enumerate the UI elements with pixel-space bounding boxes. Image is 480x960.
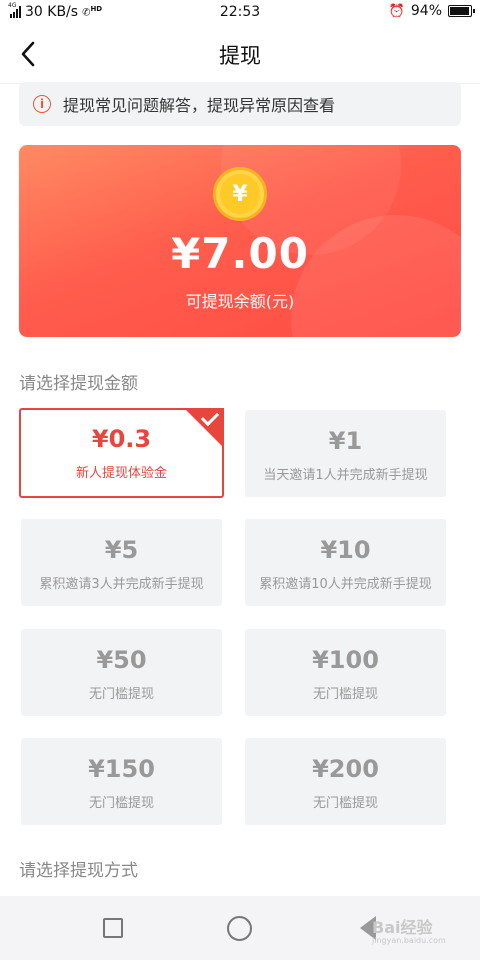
watermark-sub: jingyan.baidu.com xyxy=(372,936,446,945)
battery-percent: 94% xyxy=(410,3,442,19)
option-desc: 新人提现体验金 xyxy=(75,466,167,481)
page-title: 提现 xyxy=(219,44,261,68)
coin-icon: ¥ xyxy=(213,167,267,221)
battery-icon xyxy=(448,5,475,17)
amount-option[interactable]: ¥50 无门槛提现 xyxy=(21,629,222,716)
option-desc: 无门槛提现 xyxy=(312,687,378,702)
option-desc: 无门槛提现 xyxy=(312,796,378,811)
option-amount: ¥100 xyxy=(312,646,379,674)
option-amount: ¥150 xyxy=(88,755,155,783)
option-amount: ¥10 xyxy=(320,536,371,564)
status-right: ⏰ 94% xyxy=(388,3,475,19)
faq-notice[interactable]: i 提现常见问题解答，提现异常原因查看 xyxy=(19,82,461,126)
amount-option[interactable]: ¥10 累积邀请10人并完成新手提现 xyxy=(245,519,446,606)
option-amount: ¥50 xyxy=(96,646,147,674)
method-section-title: 请选择提现方式 xyxy=(19,861,138,881)
info-icon: i xyxy=(33,95,51,113)
watermark-logo: Bai经验 jingyan.baidu.com xyxy=(372,914,446,945)
amount-option[interactable]: ¥100 无门槛提现 xyxy=(245,629,446,716)
balance-label: 可提现余额(元) xyxy=(185,292,295,311)
option-desc: 累积邀请10人并完成新手提现 xyxy=(259,577,432,592)
coin-symbol: ¥ xyxy=(220,174,260,214)
notice-text: 提现常见问题解答，提现异常原因查看 xyxy=(63,96,336,115)
option-desc: 当天邀请1人并完成新手提现 xyxy=(263,468,428,483)
battery-fill xyxy=(450,7,469,15)
watermark-text: Bai经验 xyxy=(372,918,433,937)
balance-amount: ¥7.00 xyxy=(171,229,309,278)
amount-section-title: 请选择提现金额 xyxy=(19,374,138,394)
home-button[interactable] xyxy=(227,916,252,941)
amount-option[interactable]: ¥5 累积邀请3人并完成新手提现 xyxy=(21,519,222,606)
status-bar: 4G 30 KB/s ✆HD 22:53 ⏰ 94% xyxy=(0,0,480,24)
amount-option[interactable]: ¥150 无门槛提现 xyxy=(21,738,222,825)
option-amount: ¥1 xyxy=(328,427,363,455)
amount-option[interactable]: ¥200 无门槛提现 xyxy=(245,738,446,825)
option-desc: 累积邀请3人并完成新手提现 xyxy=(39,577,204,592)
option-desc: 无门槛提现 xyxy=(88,796,154,811)
option-desc: 无门槛提现 xyxy=(88,687,154,702)
system-nav-bar: Bai经验 jingyan.baidu.com xyxy=(0,896,480,960)
option-amount: ¥5 xyxy=(104,536,139,564)
option-amount: ¥200 xyxy=(312,755,379,783)
balance-card: ¥ ¥7.00 可提现余额(元) xyxy=(19,145,461,337)
amount-option[interactable]: ¥0.3 新人提现体验金 xyxy=(19,407,224,498)
amount-option[interactable]: ¥1 当天邀请1人并完成新手提现 xyxy=(245,410,446,497)
recent-apps-button[interactable] xyxy=(103,918,123,938)
nav-bar: 提现 xyxy=(0,24,480,84)
alarm-icon: ⏰ xyxy=(388,3,405,19)
